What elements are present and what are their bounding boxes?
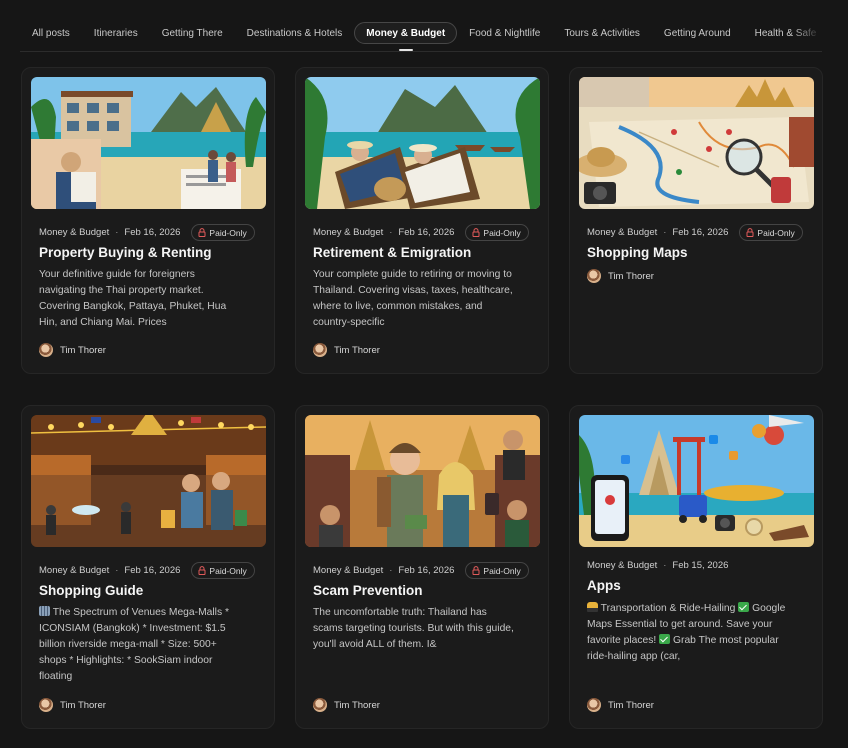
post-title[interactable]: Scam Prevention (313, 583, 423, 598)
paid-only-badge: Paid-Only (191, 224, 255, 241)
post-meta: Money & Budget · Feb 15, 2026 (587, 560, 729, 571)
paid-only-badge: Paid-Only (191, 562, 255, 579)
post-date: Feb 16, 2026 (124, 227, 181, 238)
avatar (587, 698, 601, 712)
travel-apps-image[interactable] (579, 415, 814, 547)
post-excerpt: The uncomfortable truth: Thailand has sc… (313, 607, 514, 650)
tab-food-nightlife[interactable]: Food & Nightlife (457, 22, 552, 44)
tab-all-posts[interactable]: All posts (20, 22, 82, 44)
tab-destinations-hotels[interactable]: Destinations & Hotels (235, 22, 355, 44)
post-author[interactable]: Tim Thorer (313, 343, 380, 357)
property-beach-image[interactable] (31, 77, 266, 209)
post-card-shopping-maps[interactable]: Money & Budget · Feb 16, 2026 Paid-Only … (569, 67, 823, 374)
shopping-market-image[interactable] (31, 415, 266, 547)
car-icon (587, 602, 598, 612)
post-date: Feb 16, 2026 (398, 565, 455, 576)
avatar (39, 343, 53, 357)
post-title[interactable]: Apps (587, 578, 621, 593)
lock-icon (472, 228, 480, 237)
lock-icon (198, 228, 206, 237)
post-category[interactable]: Money & Budget (39, 227, 109, 238)
retirement-beach-image[interactable] (305, 77, 540, 209)
tab-getting-there[interactable]: Getting There (150, 22, 235, 44)
post-meta: Money & Budget · Feb 16, 2026 Paid-Only (39, 224, 255, 241)
post-card-apps[interactable]: Money & Budget · Feb 15, 2026 Apps Trans… (569, 405, 823, 729)
post-excerpt: Your definitive guide for foreigners nav… (39, 269, 227, 328)
post-title[interactable]: Property Buying & Renting (39, 245, 212, 260)
tab-money-budget[interactable]: Money & Budget (354, 22, 458, 51)
paid-only-badge: Paid-Only (465, 562, 529, 579)
post-meta: Money & Budget · Feb 16, 2026 Paid-Only (39, 562, 255, 579)
post-author[interactable]: Tim Thorer (587, 269, 654, 283)
post-category[interactable]: Money & Budget (587, 227, 657, 238)
post-title[interactable]: Retirement & Emigration (313, 245, 471, 260)
post-card-scam-prevention[interactable]: Money & Budget · Feb 16, 2026 Paid-Only … (295, 405, 549, 729)
building-icon (39, 606, 50, 616)
tabs-fade-overlay (792, 22, 822, 51)
paid-only-badge: Paid-Only (465, 224, 529, 241)
post-card-shopping-guide[interactable]: Money & Budget · Feb 16, 2026 Paid-Only … (21, 405, 275, 729)
post-category[interactable]: Money & Budget (587, 560, 657, 571)
post-date: Feb 15, 2026 (672, 560, 729, 571)
post-category[interactable]: Money & Budget (313, 227, 383, 238)
avatar (313, 343, 327, 357)
post-excerpt: Your complete guide to retiring or movin… (313, 269, 513, 328)
post-date: Feb 16, 2026 (124, 565, 181, 576)
tab-tours-activities[interactable]: Tours & Activities (552, 22, 652, 44)
lock-icon (472, 566, 480, 575)
shopping-map-image[interactable] (579, 77, 814, 209)
avatar (313, 698, 327, 712)
avatar (587, 269, 601, 283)
post-card-retirement[interactable]: Money & Budget · Feb 16, 2026 Paid-Only … (295, 67, 549, 374)
category-tabs: All posts Itineraries Getting There Dest… (20, 22, 822, 52)
post-date: Feb 16, 2026 (672, 227, 729, 238)
post-author[interactable]: Tim Thorer (587, 698, 654, 712)
post-title[interactable]: Shopping Maps (587, 245, 688, 260)
post-author[interactable]: Tim Thorer (39, 343, 106, 357)
scam-tourists-image[interactable] (305, 415, 540, 547)
post-category[interactable]: Money & Budget (39, 565, 109, 576)
post-category[interactable]: Money & Budget (313, 565, 383, 576)
post-meta: Money & Budget · Feb 16, 2026 Paid-Only (313, 224, 529, 241)
post-excerpt: The Spectrum of Venues Mega-Malls * ICON… (39, 606, 229, 682)
tab-getting-around[interactable]: Getting Around (652, 22, 743, 44)
paid-only-badge: Paid-Only (739, 224, 803, 241)
avatar (39, 698, 53, 712)
post-author[interactable]: Tim Thorer (39, 698, 106, 712)
check-icon (659, 634, 671, 644)
post-excerpt: Transportation & Ride-Hailing Google Map… (587, 602, 786, 662)
post-card-property[interactable]: Money & Budget · Feb 16, 2026 Paid-Only … (21, 67, 275, 374)
post-title[interactable]: Shopping Guide (39, 583, 143, 598)
post-date: Feb 16, 2026 (398, 227, 455, 238)
lock-icon (198, 566, 206, 575)
post-author[interactable]: Tim Thorer (313, 698, 380, 712)
post-meta: Money & Budget · Feb 16, 2026 Paid-Only (313, 562, 529, 579)
tab-itineraries[interactable]: Itineraries (82, 22, 150, 44)
post-meta: Money & Budget · Feb 16, 2026 Paid-Only (587, 224, 803, 241)
check-icon (738, 602, 750, 612)
lock-icon (746, 228, 754, 237)
